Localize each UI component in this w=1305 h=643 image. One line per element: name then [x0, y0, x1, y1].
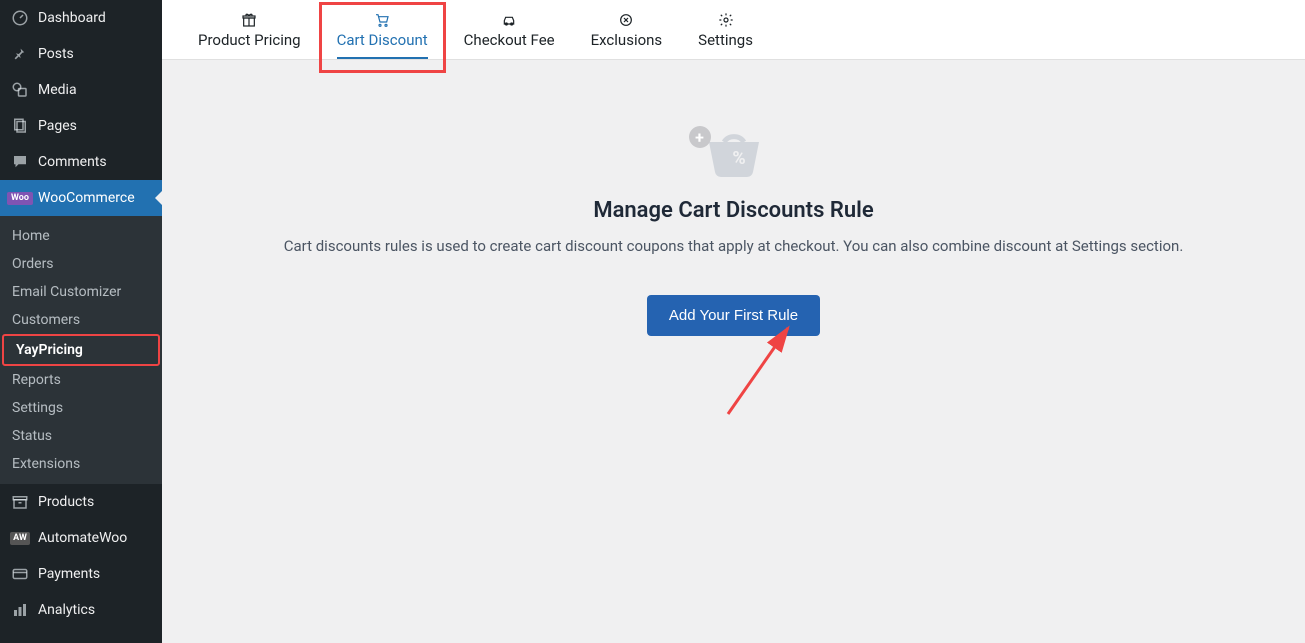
sidebar-item-label: Pages — [38, 118, 77, 134]
pin-icon — [10, 44, 30, 64]
sidebar-item-label: Posts — [38, 46, 74, 62]
cart-icon — [374, 11, 390, 29]
comment-icon — [10, 152, 30, 172]
sidebar-item-posts[interactable]: Posts — [0, 36, 162, 72]
tab-settings[interactable]: Settings — [680, 0, 771, 59]
tab-cart-discount[interactable]: Cart Discount — [319, 0, 446, 59]
svg-text:%: % — [732, 148, 745, 169]
tab-bar: Product Pricing Cart Discount Checkout F… — [162, 0, 1305, 60]
main-area: Product Pricing Cart Discount Checkout F… — [162, 0, 1305, 643]
pages-icon — [10, 116, 30, 136]
empty-state-heading: Manage Cart Discounts Rule — [593, 198, 873, 223]
empty-state-illustration: + % — [699, 120, 769, 180]
sidebar-item-label: Products — [38, 494, 94, 510]
sidebar-submenu: Home Orders Email Customizer Customers Y… — [0, 216, 162, 484]
sidebar-item-label: Analytics — [38, 602, 95, 618]
sidebar-item-pages[interactable]: Pages — [0, 108, 162, 144]
sidebar-item-label: Comments — [38, 154, 107, 170]
admin-sidebar: Dashboard Posts Media Pages Comments — [0, 0, 162, 643]
tab-label: Checkout Fee — [464, 31, 555, 49]
sidebar-item-label: Dashboard — [38, 10, 106, 26]
sidebar-item-dashboard[interactable]: Dashboard — [0, 0, 162, 36]
close-circle-icon — [618, 11, 634, 29]
sidebar-item-media[interactable]: Media — [0, 72, 162, 108]
archive-icon — [10, 492, 30, 512]
sidebar-sub-status[interactable]: Status — [0, 422, 162, 450]
aw-badge: AW — [10, 532, 30, 545]
sidebar-item-label: Payments — [38, 566, 100, 582]
aw-icon: AW — [10, 528, 30, 548]
chart-icon — [10, 600, 30, 620]
sidebar-item-payments[interactable]: Payments — [0, 556, 162, 592]
sidebar-item-analytics[interactable]: Analytics — [0, 592, 162, 628]
tab-label: Product Pricing — [198, 31, 301, 49]
tab-exclusions[interactable]: Exclusions — [573, 0, 681, 59]
content-area: + % Manage Cart Discounts Rule Cart disc… — [162, 60, 1305, 643]
tab-label: Cart Discount — [337, 31, 428, 49]
empty-state-description: Cart discounts rules is used to create c… — [284, 237, 1184, 255]
tab-label: Settings — [698, 31, 753, 49]
plus-badge-icon: + — [689, 126, 711, 148]
sidebar-item-label: WooCommerce — [38, 190, 135, 206]
tab-label: Exclusions — [591, 31, 663, 49]
tab-product-pricing[interactable]: Product Pricing — [180, 0, 319, 59]
sidebar-item-woocommerce[interactable]: Woo WooCommerce — [0, 180, 162, 216]
woo-badge: Woo — [7, 192, 33, 205]
woo-icon: Woo — [10, 188, 30, 208]
gear-icon — [718, 11, 734, 29]
sidebar-item-products[interactable]: Products — [0, 484, 162, 520]
sidebar-item-label: Media — [38, 82, 77, 98]
tab-checkout-fee[interactable]: Checkout Fee — [446, 0, 573, 59]
sidebar-sub-email-customizer[interactable]: Email Customizer — [0, 278, 162, 306]
add-first-rule-button[interactable]: Add Your First Rule — [647, 295, 820, 336]
car-icon — [501, 11, 517, 29]
gift-icon — [241, 11, 257, 29]
dashboard-icon — [10, 8, 30, 28]
sidebar-sub-extensions[interactable]: Extensions — [0, 450, 162, 478]
sidebar-sub-reports[interactable]: Reports — [0, 366, 162, 394]
sidebar-sub-orders[interactable]: Orders — [0, 250, 162, 278]
sidebar-sub-yaypricing[interactable]: YayPricing — [2, 334, 160, 366]
sidebar-sub-home[interactable]: Home — [0, 222, 162, 250]
sidebar-item-comments[interactable]: Comments — [0, 144, 162, 180]
basket-icon: % — [699, 120, 769, 180]
sidebar-sub-settings[interactable]: Settings — [0, 394, 162, 422]
media-icon — [10, 80, 30, 100]
sidebar-sub-customers[interactable]: Customers — [0, 306, 162, 334]
sidebar-item-label: AutomateWoo — [38, 530, 127, 546]
card-icon — [10, 564, 30, 584]
sidebar-item-automatewoo[interactable]: AW AutomateWoo — [0, 520, 162, 556]
